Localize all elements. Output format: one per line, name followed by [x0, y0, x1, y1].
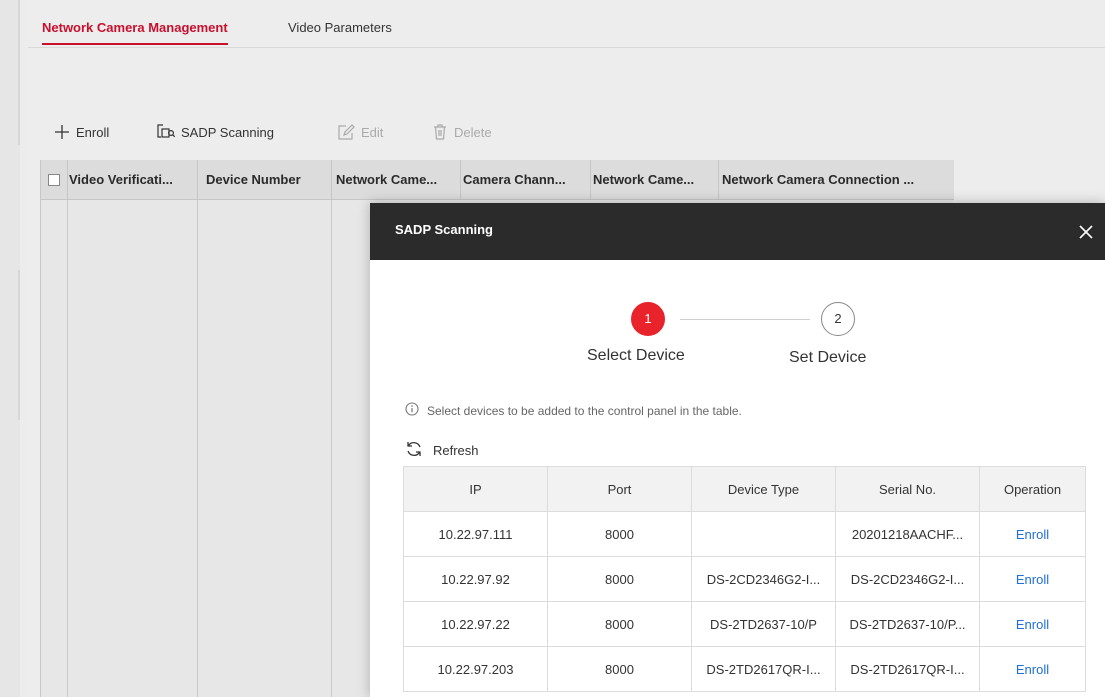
strip-divider: [18, 270, 20, 420]
table-header-row: IP Port Device Type Serial No. Operation: [403, 466, 1086, 512]
camera-table-header: Video Verificati... Device Number Networ…: [41, 160, 954, 200]
tab-bar: Network Camera Management Video Paramete…: [28, 8, 1105, 48]
table-row[interactable]: 10.22.97.203 8000 DS-2TD2617QR-I... DS-2…: [403, 646, 1086, 692]
serial-cell: DS-2TD2617QR-I...: [835, 646, 980, 692]
refresh-icon: [405, 440, 423, 461]
table-row[interactable]: 10.22.97.111 8000 20201218AACHF... Enrol…: [403, 511, 1086, 557]
enroll-link[interactable]: Enroll: [979, 646, 1086, 692]
table-row[interactable]: 10.22.97.92 8000 DS-2CD2346G2-I... DS-2C…: [403, 556, 1086, 602]
info-icon: [405, 402, 419, 419]
sadp-scanning-button[interactable]: SADP Scanning: [157, 124, 274, 140]
device-type-cell: DS-2CD2346G2-I...: [691, 556, 836, 602]
enroll-link[interactable]: Enroll: [979, 601, 1086, 647]
step-connector: [680, 319, 810, 320]
tab-network-camera-management[interactable]: Network Camera Management: [42, 20, 228, 45]
plus-icon: [54, 124, 70, 140]
enroll-label: Enroll: [76, 124, 110, 140]
ip-cell: 10.22.97.22: [403, 601, 548, 647]
hint-text: Select devices to be added to the contro…: [427, 403, 742, 418]
port-cell: 8000: [547, 646, 692, 692]
ip-cell: 10.22.97.92: [403, 556, 548, 602]
sadp-scanning-label: SADP Scanning: [181, 124, 274, 140]
sadp-device-table: IP Port Device Type Serial No. Operation…: [403, 466, 1086, 692]
step-2-indicator: 2: [821, 302, 855, 336]
column-network-camera[interactable]: Network Came...: [332, 160, 461, 200]
serial-cell: DS-2TD2637-10/P...: [835, 601, 980, 647]
column-camera-channel[interactable]: Camera Chann...: [461, 160, 591, 200]
left-edge-strip: [0, 0, 20, 697]
column-divider: [41, 200, 68, 697]
refresh-button[interactable]: Refresh: [405, 440, 479, 461]
delete-button[interactable]: Delete: [432, 124, 492, 140]
column-divider: [198, 200, 332, 697]
table-row[interactable]: 10.22.97.22 8000 DS-2TD2637-10/P DS-2TD2…: [403, 601, 1086, 647]
port-cell: 8000: [547, 511, 692, 557]
tab-video-parameters[interactable]: Video Parameters: [288, 20, 392, 43]
column-device-number[interactable]: Device Number: [198, 160, 332, 200]
enroll-button[interactable]: Enroll: [54, 124, 109, 140]
column-network-camera-2[interactable]: Network Came...: [591, 160, 719, 200]
select-all-cell: [41, 160, 68, 200]
enroll-link[interactable]: Enroll: [979, 511, 1086, 557]
dialog-title: SADP Scanning: [395, 222, 494, 237]
hint-row: Select devices to be added to the contro…: [405, 402, 742, 419]
ip-cell: 10.22.97.111: [403, 511, 548, 557]
column-serial-no: Serial No.: [835, 466, 980, 512]
port-cell: 8000: [547, 556, 692, 602]
device-type-cell: [691, 511, 836, 557]
device-type-cell: DS-2TD2617QR-I...: [691, 646, 836, 692]
column-video-verification[interactable]: Video Verificati...: [68, 160, 198, 200]
select-all-checkbox[interactable]: [48, 174, 60, 186]
trash-icon: [432, 124, 448, 140]
ip-cell: 10.22.97.203: [403, 646, 548, 692]
column-ip: IP: [403, 466, 548, 512]
enroll-link[interactable]: Enroll: [979, 556, 1086, 602]
dialog-header: SADP Scanning: [370, 203, 1105, 260]
edit-icon: [337, 124, 355, 140]
scan-device-icon: [157, 124, 175, 140]
device-type-cell: DS-2TD2637-10/P: [691, 601, 836, 647]
column-operation: Operation: [979, 466, 1086, 512]
serial-cell: DS-2CD2346G2-I...: [835, 556, 980, 602]
serial-cell: 20201218AACHF...: [835, 511, 980, 557]
column-network-camera-connection[interactable]: Network Camera Connection ...: [719, 160, 954, 200]
step-2-label: Set Device: [789, 349, 867, 366]
port-cell: 8000: [547, 601, 692, 647]
strip-divider: [18, 0, 20, 145]
step-1-label: Select Device: [587, 347, 685, 364]
column-port: Port: [547, 466, 692, 512]
sadp-scanning-dialog: SADP Scanning 1 2 Select Device Set Devi…: [370, 203, 1105, 697]
edit-label: Edit: [361, 124, 384, 140]
delete-label: Delete: [454, 124, 492, 140]
step-1-indicator: 1: [631, 302, 665, 336]
edit-button[interactable]: Edit: [337, 124, 383, 140]
close-icon[interactable]: [1076, 222, 1096, 242]
column-device-type: Device Type: [691, 466, 836, 512]
refresh-label: Refresh: [433, 443, 479, 458]
column-divider: [68, 200, 198, 697]
